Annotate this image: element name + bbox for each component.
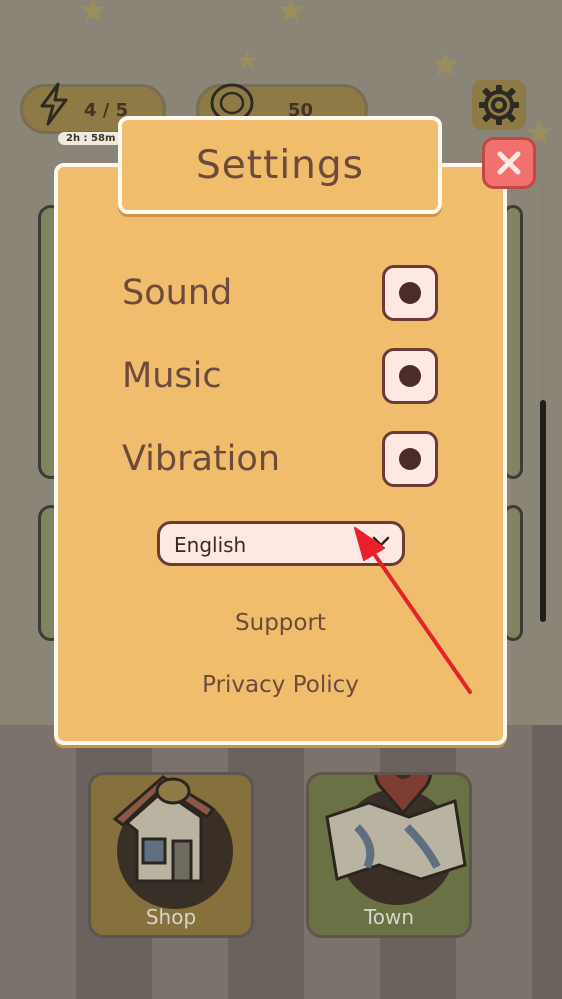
sound-label: Sound: [122, 273, 233, 313]
star-decoration: ★: [430, 45, 461, 85]
town-button[interactable]: Town: [306, 772, 472, 938]
star-decoration: ★: [236, 46, 260, 76]
shop-button[interactable]: Shop: [88, 772, 254, 938]
settings-title-box: Settings: [118, 116, 442, 214]
scrollbar-track[interactable]: [540, 180, 546, 400]
privacy-policy-link[interactable]: Privacy Policy: [54, 672, 507, 698]
sound-toggle[interactable]: [382, 265, 438, 321]
map-icon: [325, 775, 467, 905]
toggle-on-indicator: [399, 365, 421, 387]
toggle-on-indicator: [399, 282, 421, 304]
gear-icon: [479, 85, 519, 125]
star-decoration: ★: [78, 0, 109, 31]
shop-label: Shop: [145, 905, 197, 929]
close-icon: [497, 151, 521, 175]
dialog-title: Settings: [196, 142, 364, 188]
settings-gear-button[interactable]: [472, 80, 526, 130]
music-label: Music: [122, 356, 222, 396]
vibration-label: Vibration: [122, 439, 280, 479]
energy-timer: 2h : 58m: [58, 132, 124, 145]
shop-icon: [112, 775, 233, 909]
language-dropdown[interactable]: English: [157, 521, 405, 566]
music-toggle[interactable]: [382, 348, 438, 404]
language-value: English: [174, 533, 247, 557]
town-label: Town: [363, 905, 415, 929]
chevron-down-icon: [372, 536, 390, 547]
scene-bottom-stripes: [0, 725, 562, 999]
lightning-icon: [40, 82, 68, 126]
support-link[interactable]: Support: [54, 610, 507, 636]
close-button[interactable]: [482, 137, 536, 189]
star-decoration: ★: [276, 0, 307, 31]
toggle-on-indicator: [399, 448, 421, 470]
scrollbar-thumb[interactable]: [540, 400, 546, 622]
vibration-toggle[interactable]: [382, 431, 438, 487]
